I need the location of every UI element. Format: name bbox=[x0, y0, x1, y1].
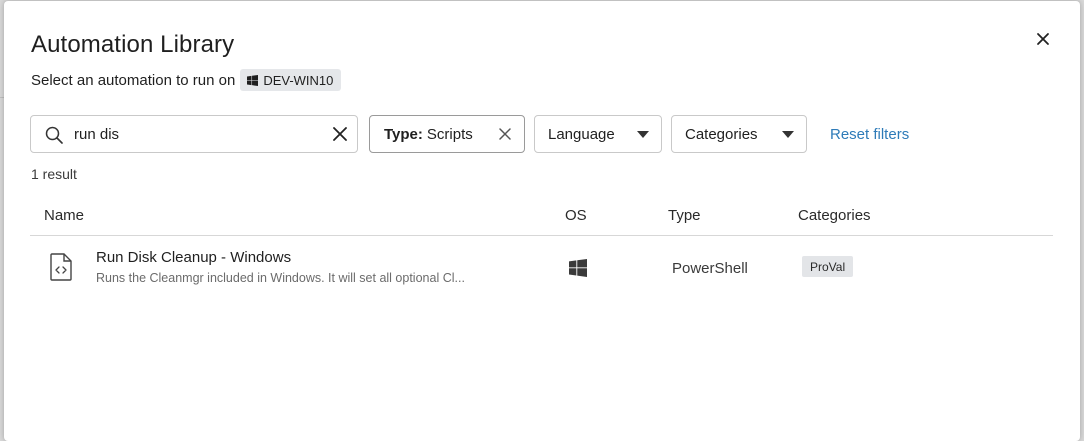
windows-icon bbox=[569, 259, 587, 277]
device-chip: DEV-WIN10 bbox=[240, 69, 342, 91]
remove-type-filter-icon[interactable] bbox=[499, 128, 511, 140]
automation-description: Runs the Cleanmgr included in Windows. I… bbox=[96, 271, 465, 285]
caret-down-icon bbox=[637, 131, 649, 138]
caret-down-icon bbox=[782, 131, 794, 138]
search-box bbox=[30, 115, 358, 153]
result-count: 1 result bbox=[31, 166, 77, 182]
category-badge: ProVal bbox=[802, 256, 854, 277]
header-divider bbox=[30, 235, 1053, 236]
dialog-title: Automation Library bbox=[31, 31, 235, 58]
language-dropdown-label: Language bbox=[548, 125, 615, 143]
reset-filters-link[interactable]: Reset filters bbox=[830, 126, 909, 143]
search-input[interactable] bbox=[74, 124, 314, 144]
search-icon bbox=[45, 126, 63, 144]
close-icon bbox=[1037, 33, 1049, 45]
categories-dropdown[interactable]: Categories bbox=[671, 115, 807, 153]
subtitle-text: Select an automation to run on bbox=[31, 71, 236, 89]
device-name: DEV-WIN10 bbox=[263, 72, 334, 88]
script-file-icon bbox=[50, 253, 72, 281]
automation-type: PowerShell bbox=[672, 260, 748, 277]
clear-search-icon[interactable] bbox=[333, 127, 347, 141]
column-header-name[interactable]: Name bbox=[44, 207, 84, 224]
column-header-type[interactable]: Type bbox=[668, 207, 701, 224]
dialog-subtitle: Select an automation to run on DEV-WIN10 bbox=[31, 69, 342, 91]
automation-name: Run Disk Cleanup - Windows bbox=[96, 249, 292, 266]
column-header-categories[interactable]: Categories bbox=[798, 207, 871, 224]
column-header-os[interactable]: OS bbox=[565, 207, 587, 224]
close-button[interactable] bbox=[1033, 29, 1053, 49]
windows-icon bbox=[247, 74, 259, 86]
categories-dropdown-label: Categories bbox=[685, 125, 758, 143]
type-filter-chip[interactable]: Type: Scripts bbox=[369, 115, 525, 153]
language-dropdown[interactable]: Language bbox=[534, 115, 662, 153]
type-filter-label: Type: bbox=[384, 125, 423, 143]
type-filter-value: Scripts bbox=[426, 125, 473, 143]
table-row[interactable]: Run Disk Cleanup - Windows Runs the Clea… bbox=[30, 237, 1053, 297]
automation-library-dialog: Automation Library Select an automation … bbox=[4, 1, 1080, 441]
